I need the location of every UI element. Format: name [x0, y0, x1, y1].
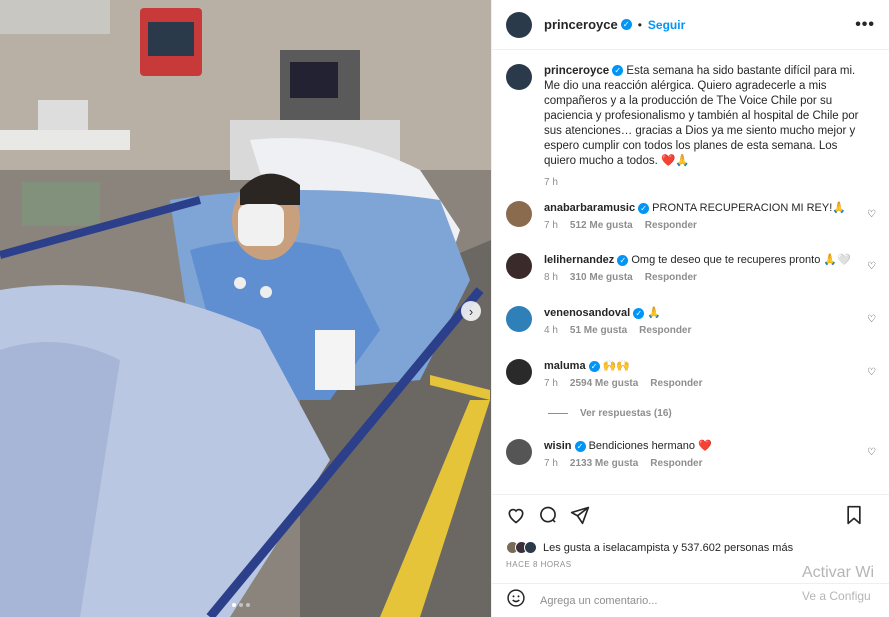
verified-icon: ✓ [633, 307, 645, 319]
comment-username[interactable]: lelihernandez [544, 254, 614, 266]
comment-username[interactable]: wisin [544, 440, 572, 452]
comment-text: 🙌🙌 [602, 360, 631, 372]
post-sidebar: princeroyce ✓ • Seguir ••• princeroyce ✓ … [491, 0, 889, 617]
caption-time: 7 h [544, 177, 558, 188]
emoji-icon[interactable] [506, 588, 526, 613]
comment-text: Omg te deseo que te recuperes pronto 🙏🤍 [631, 254, 851, 266]
comment-likes[interactable]: 2133 Me gusta [570, 458, 638, 469]
author-username[interactable]: princeroyce [544, 17, 618, 32]
comment-username[interactable]: venenosandoval [544, 307, 630, 319]
comment-time: 7 h [544, 220, 558, 231]
heart-icon[interactable]: ♡ [867, 367, 876, 378]
post-actions: Les gusta a iselacampista y 537.602 pers… [492, 494, 889, 569]
avatar[interactable] [506, 359, 532, 385]
verified-icon: ✓ [638, 202, 650, 214]
comment: wisin ✓ Bendiciones hermano ❤️ 7 h 2133 Me… [506, 439, 876, 469]
likes-summary[interactable]: Les gusta a iselacampista y 537.602 pers… [506, 541, 875, 554]
comment-time: 7 h [544, 458, 558, 469]
windows-activation-subtext: Ve a Configu [802, 589, 871, 603]
verified-icon: ✓ [612, 65, 624, 77]
comments-section[interactable]: princeroyce ✓ Esta semana ha sido bastant… [492, 51, 889, 494]
comment: anabarbaramusic ✓ PRONTA RECUPERACION MI … [506, 201, 876, 231]
avatar[interactable] [506, 439, 532, 465]
comment-icon[interactable] [538, 505, 558, 530]
avatar[interactable] [506, 11, 532, 38]
carousel-indicator [232, 603, 250, 607]
verified-icon: ✓ [588, 360, 600, 372]
more-options-icon[interactable]: ••• [855, 16, 875, 34]
view-replies-label: Ver respuestas (16) [580, 408, 672, 419]
comment-likes[interactable]: 512 Me gusta [570, 220, 633, 231]
verified-icon: ✓ [620, 19, 632, 30]
reply-button[interactable]: Responder [650, 378, 702, 389]
heart-icon[interactable]: ♡ [867, 209, 876, 220]
carousel-dot [246, 603, 250, 607]
comment-time: 7 h [544, 378, 558, 389]
likes-text: Les gusta a iselacampista y 537.602 pers… [543, 541, 794, 554]
verified-icon: ✓ [574, 440, 586, 452]
heart-icon[interactable] [506, 505, 526, 530]
replies-divider [548, 413, 568, 414]
comment-text: 🙏 [647, 307, 661, 319]
reply-button[interactable]: Responder [645, 220, 697, 231]
comment: venenosandoval ✓ 🙏 4 h 51 Me gusta Responde… [506, 306, 876, 336]
comment-likes[interactable]: 310 Me gusta [570, 272, 633, 283]
verified-icon: ✓ [617, 254, 629, 266]
comment-username[interactable]: maluma [544, 360, 586, 372]
caption-text: Esta semana ha sido bastante difícil par… [544, 65, 859, 167]
comment-text: PRONTA RECUPERACION MI REY!🙏 [652, 202, 846, 214]
bookmark-icon[interactable] [845, 505, 863, 530]
comment-text: Bendiciones hermano ❤️ [588, 440, 712, 452]
avatar[interactable] [506, 64, 532, 90]
liker-avatars [506, 541, 537, 554]
avatar[interactable] [506, 201, 532, 227]
avatar[interactable] [506, 306, 532, 332]
carousel-dot-active [232, 603, 236, 607]
caption-username[interactable]: princeroyce [544, 65, 609, 77]
comment-likes[interactable]: 2594 Me gusta [570, 378, 638, 389]
post-header: princeroyce ✓ • Seguir ••• [492, 0, 889, 50]
hospital-photo [0, 0, 491, 617]
heart-icon[interactable]: ♡ [867, 447, 876, 458]
comment-input[interactable]: Agrega un comentario... [540, 595, 657, 607]
next-photo-button[interactable]: › [461, 301, 481, 321]
comment: maluma ✓ 🙌🙌 7 h 2594 Me gusta Responder ♡ [506, 359, 876, 389]
share-icon[interactable] [570, 505, 590, 530]
comment: lelihernandez ✓ Omg te deseo que te recup… [506, 253, 876, 283]
post-caption: princeroyce ✓ Esta semana ha sido bastant… [492, 51, 889, 190]
windows-activation-watermark: Activar Wi [802, 564, 874, 581]
comment-likes[interactable]: 51 Me gusta [570, 325, 627, 336]
comment-username[interactable]: anabarbaramusic [544, 202, 635, 214]
heart-icon[interactable]: ♡ [867, 314, 876, 325]
separator-dot: • [637, 17, 642, 32]
reply-button[interactable]: Responder [645, 272, 697, 283]
avatar[interactable] [506, 253, 532, 279]
reply-button[interactable]: Responder [650, 458, 702, 469]
heart-icon[interactable]: ♡ [867, 261, 876, 272]
post-photo[interactable]: › [0, 0, 491, 617]
comment-time: 8 h [544, 272, 558, 283]
comment-time: 4 h [544, 325, 558, 336]
view-replies-link[interactable]: Ver respuestas (16) [548, 408, 672, 419]
carousel-dot [239, 603, 243, 607]
avatar [524, 541, 537, 554]
chevron-right-icon: › [468, 303, 474, 319]
reply-button[interactable]: Responder [639, 325, 691, 336]
follow-button[interactable]: Seguir [648, 18, 685, 32]
